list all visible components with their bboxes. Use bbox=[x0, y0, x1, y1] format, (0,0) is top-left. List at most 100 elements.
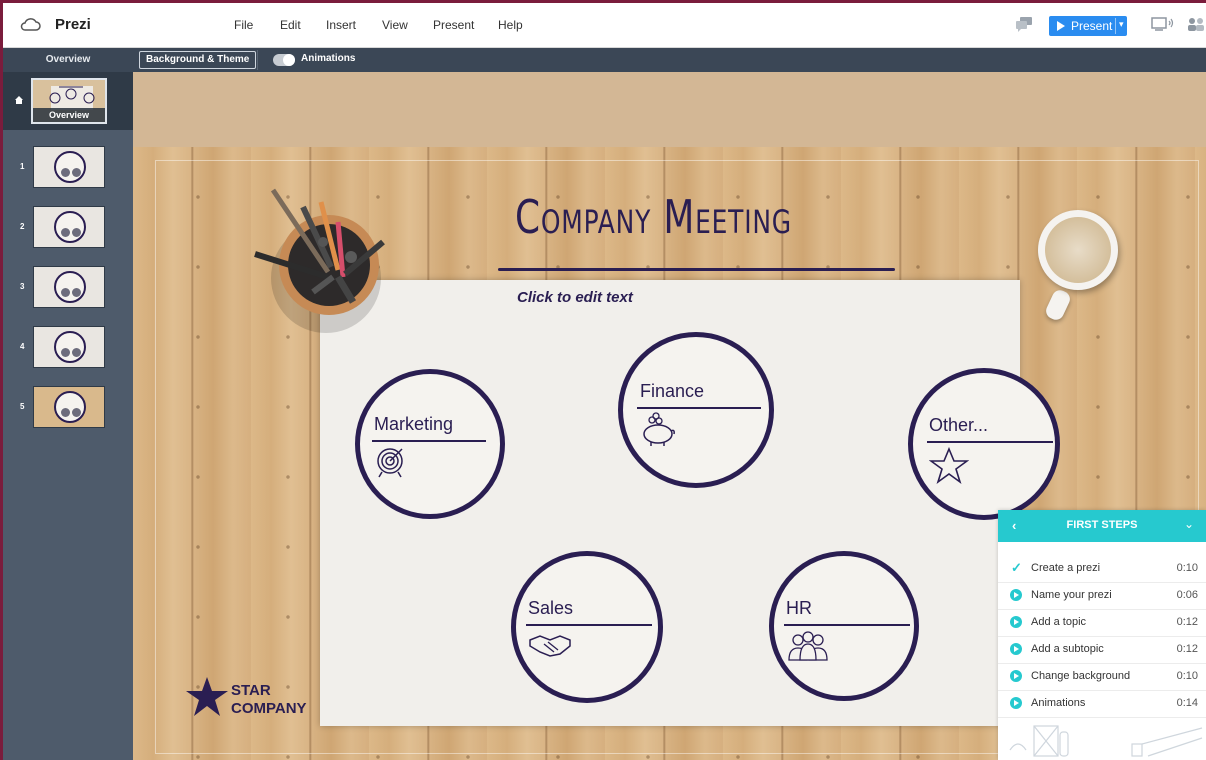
play-icon bbox=[1057, 21, 1065, 31]
present-dropdown-icon[interactable]: ▾ bbox=[1119, 19, 1124, 30]
background-theme-button[interactable]: Background & Theme bbox=[139, 51, 257, 69]
menu-help[interactable]: Help bbox=[498, 18, 523, 32]
check-icon: ✓ bbox=[1011, 560, 1022, 575]
first-steps-header: ‹ FIRST STEPS ⌄ bbox=[998, 510, 1206, 542]
overview-item[interactable]: Overview bbox=[3, 72, 133, 130]
topic-label: Other... bbox=[929, 415, 989, 435]
slide-thumbnail-1[interactable] bbox=[33, 146, 105, 188]
first-steps-panel: ‹ FIRST STEPS ⌄ ✓ Create a prezi 0:10 Na… bbox=[998, 510, 1206, 760]
menu-view[interactable]: View bbox=[382, 18, 408, 32]
first-steps-title: FIRST STEPS bbox=[1066, 519, 1138, 531]
topic-sales[interactable]: Sales bbox=[511, 551, 663, 703]
step-time: 0:06 bbox=[1176, 589, 1198, 601]
app-title: Prezi bbox=[55, 16, 91, 33]
topic-underline bbox=[784, 624, 910, 626]
play-circle-icon bbox=[1010, 670, 1022, 682]
step-name: Create a prezi bbox=[1031, 562, 1101, 574]
star-icon bbox=[929, 447, 969, 485]
thumb-circle bbox=[54, 151, 86, 183]
share-people-icon[interactable] bbox=[1186, 16, 1206, 32]
chevron-down-icon[interactable]: ⌄ bbox=[1184, 517, 1194, 531]
menu-present[interactable]: Present bbox=[433, 18, 474, 32]
topic-other[interactable]: Other... bbox=[908, 368, 1060, 520]
click-to-edit-text[interactable]: Click to edit text bbox=[517, 289, 633, 306]
people-icon bbox=[788, 631, 828, 661]
thumb-circle bbox=[54, 271, 86, 303]
comments-icon[interactable] bbox=[1015, 16, 1033, 32]
coffee bbox=[1045, 217, 1111, 283]
handshake-icon bbox=[529, 635, 571, 657]
overview-thumbnail[interactable]: Overview bbox=[31, 78, 107, 124]
step-item[interactable]: Add a topic 0:12 bbox=[998, 609, 1206, 637]
menu-edit[interactable]: Edit bbox=[280, 18, 301, 32]
slide-number: 2 bbox=[20, 222, 25, 231]
step-name: Name your prezi bbox=[1031, 589, 1112, 601]
overview-thumb-label: Overview bbox=[33, 108, 105, 122]
slide-number: 3 bbox=[20, 282, 25, 291]
thumb-circle bbox=[54, 331, 86, 363]
step-item[interactable]: Name your prezi 0:06 bbox=[998, 582, 1206, 610]
step-name: Add a subtopic bbox=[1031, 643, 1104, 655]
topic-label: Marketing bbox=[374, 414, 454, 434]
play-circle-icon bbox=[1010, 643, 1022, 655]
thumb-circle bbox=[54, 391, 86, 423]
step-item[interactable]: ✓ Create a prezi 0:10 bbox=[998, 555, 1206, 583]
slide-number: 5 bbox=[20, 402, 25, 411]
company-logo-text: STAR COMPANY bbox=[231, 682, 307, 718]
slide-thumbnail-3[interactable] bbox=[33, 266, 105, 308]
step-time: 0:12 bbox=[1176, 643, 1198, 655]
step-time: 0:14 bbox=[1176, 697, 1198, 709]
slide-thumbnail-2[interactable] bbox=[33, 206, 105, 248]
app-window: Prezi File Edit Insert View Present Help… bbox=[3, 3, 1206, 760]
logo-line-1: STAR bbox=[231, 682, 271, 699]
slide-number: 4 bbox=[20, 342, 25, 351]
thumb-circle bbox=[54, 211, 86, 243]
step-name: Add a topic bbox=[1031, 616, 1087, 628]
present-remotely-icon[interactable] bbox=[1151, 16, 1175, 32]
presentation-title[interactable]: Company Meeting bbox=[515, 190, 792, 244]
toolbar-divider bbox=[257, 50, 258, 70]
play-circle-icon bbox=[1010, 697, 1022, 709]
editor-toolbar: Overview Background & Theme Animations bbox=[3, 48, 1206, 72]
topic-underline bbox=[637, 407, 761, 409]
logo-line-2: COMPANY bbox=[231, 700, 307, 717]
steps-illustration bbox=[1009, 725, 1203, 757]
step-item[interactable]: Change background 0:10 bbox=[998, 663, 1206, 691]
menu-file[interactable]: File bbox=[234, 18, 253, 32]
animations-label: Animations bbox=[301, 53, 356, 64]
slide-thumbnail-5[interactable] bbox=[33, 386, 105, 428]
slide-number: 1 bbox=[20, 162, 25, 171]
step-time: 0:10 bbox=[1176, 562, 1198, 574]
topic-underline bbox=[526, 624, 652, 626]
cloud-icon[interactable] bbox=[19, 15, 41, 33]
pencils-icon bbox=[254, 188, 385, 304]
topic-underline bbox=[927, 441, 1053, 443]
present-button[interactable]: Present ▾ bbox=[1049, 16, 1127, 36]
play-circle-icon bbox=[1010, 616, 1022, 628]
topic-underline bbox=[372, 440, 486, 442]
slide-thumbnail-4[interactable] bbox=[33, 326, 105, 368]
menu-insert[interactable]: Insert bbox=[326, 18, 356, 32]
present-label: Present bbox=[1071, 19, 1113, 33]
step-item[interactable]: Animations 0:14 bbox=[998, 690, 1206, 718]
topic-marketing[interactable]: Marketing bbox=[355, 369, 505, 519]
menu-bar: Prezi File Edit Insert View Present Help… bbox=[3, 3, 1206, 48]
animations-toggle[interactable] bbox=[273, 54, 295, 66]
home-icon bbox=[15, 96, 23, 104]
overview-preview bbox=[49, 86, 95, 110]
star-logo-icon bbox=[186, 677, 228, 716]
step-time: 0:12 bbox=[1176, 616, 1198, 628]
title-underline bbox=[498, 268, 895, 271]
topic-hr[interactable]: HR bbox=[769, 551, 919, 701]
step-name: Change background bbox=[1031, 670, 1131, 682]
piggy-bank-icon bbox=[643, 412, 675, 446]
overview-tab[interactable]: Overview bbox=[3, 48, 133, 72]
topic-label: HR bbox=[786, 598, 812, 618]
present-separator bbox=[1115, 18, 1116, 34]
step-name: Animations bbox=[1031, 697, 1086, 709]
topic-finance[interactable]: Finance bbox=[618, 332, 774, 488]
step-time: 0:10 bbox=[1176, 670, 1198, 682]
target-icon bbox=[377, 448, 403, 478]
toggle-knob bbox=[283, 54, 295, 66]
step-item[interactable]: Add a subtopic 0:12 bbox=[998, 636, 1206, 664]
